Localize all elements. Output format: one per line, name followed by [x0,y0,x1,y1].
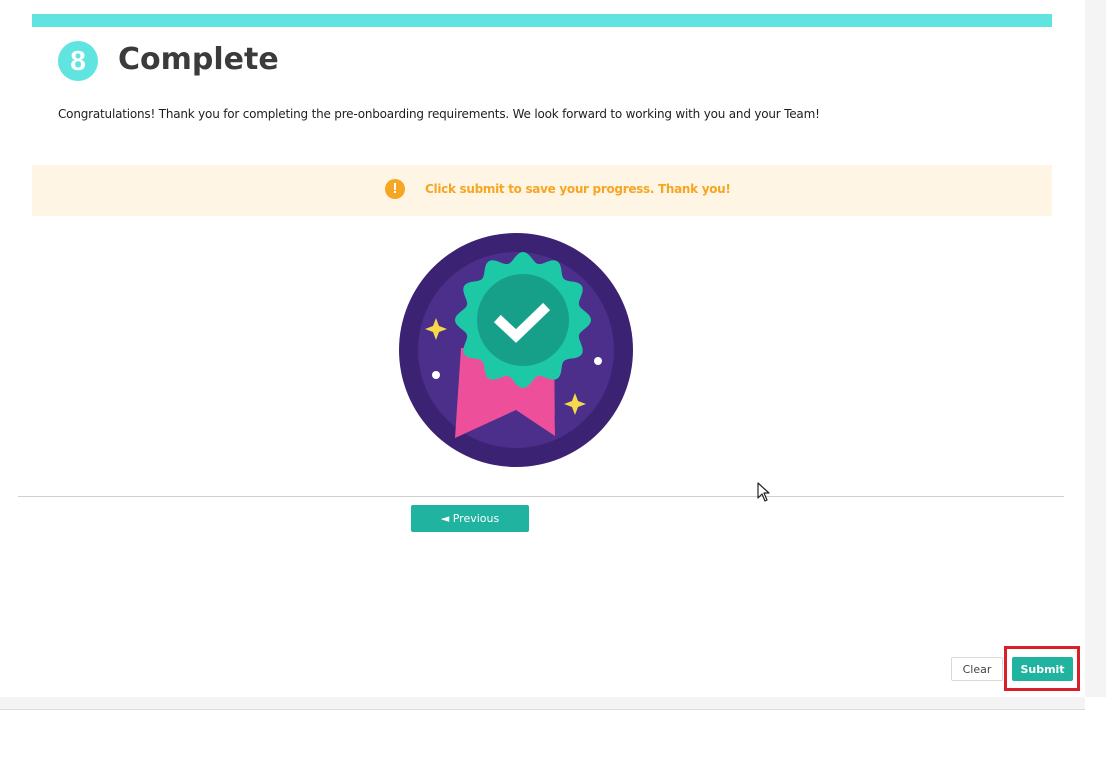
submit-button[interactable]: Submit [1012,657,1073,681]
previous-button[interactable]: ◄ Previous [411,505,529,532]
mouse-cursor-icon [757,482,770,502]
completion-badge-icon [399,233,633,467]
page-title: Complete [118,42,279,77]
dot-decoration [432,371,440,379]
onboarding-page: 8 Complete Congratulations! Thank you fo… [0,0,1106,775]
step-number-badge: 8 [58,41,98,81]
clear-button[interactable]: Clear [951,657,1003,681]
dot-decoration [594,357,602,365]
intro-message: Congratulations! Thank you for completin… [58,107,820,121]
right-gutter [1085,0,1106,697]
bottom-band [0,697,1085,710]
footer-divider [18,496,1064,497]
section-accent-bar [32,14,1052,27]
rosette-center [477,274,569,366]
notice-text: Click submit to save your progress. Than… [425,182,731,196]
exclamation-circle-icon: ! [385,179,405,199]
